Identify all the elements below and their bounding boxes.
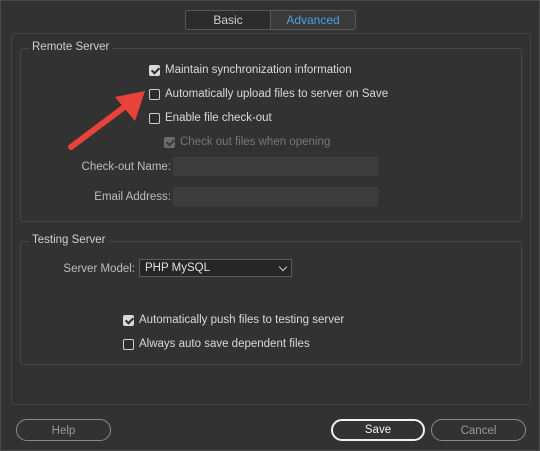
enable-checkout-label: Enable file check-out: [165, 112, 272, 124]
auto-upload-checkbox[interactable]: [149, 88, 160, 100]
auto-save-dependent-label: Always auto save dependent files: [139, 338, 310, 350]
server-model-select[interactable]: PHP MySQL: [139, 259, 292, 277]
email-address-label: Email Address:: [94, 191, 171, 203]
remote-server-group: Remote Server Maintain synchronization i…: [20, 41, 522, 222]
checkout-on-open-option: Check out files when opening: [164, 134, 330, 150]
auto-upload-label: Automatically upload files to server on …: [165, 88, 389, 100]
maintain-sync-checkbox[interactable]: [149, 64, 160, 76]
tab-bar: Basic Advanced: [185, 10, 356, 30]
email-address-field: [173, 187, 378, 206]
save-button[interactable]: Save: [331, 419, 425, 441]
server-model-label: Server Model:: [63, 263, 135, 275]
maintain-sync-option[interactable]: Maintain synchronization information: [149, 62, 352, 78]
tab-advanced[interactable]: Advanced: [270, 11, 355, 29]
auto-upload-option[interactable]: Automatically upload files to server on …: [149, 86, 388, 102]
testing-server-title: Testing Server: [29, 234, 109, 246]
testing-server-group: Testing Server Server Model: PHP MySQL A…: [20, 234, 522, 365]
checkout-name-field: [173, 157, 378, 176]
site-setup-dialog: Basic Advanced Remote Server Maintain sy…: [0, 0, 540, 451]
enable-checkout-checkbox[interactable]: [149, 112, 160, 124]
remote-server-title: Remote Server: [29, 41, 113, 53]
help-button[interactable]: Help: [16, 419, 111, 441]
tab-basic[interactable]: Basic: [186, 11, 270, 29]
auto-push-label: Automatically push files to testing serv…: [139, 314, 345, 326]
checkout-name-label: Check-out Name:: [81, 161, 171, 173]
enable-checkout-option[interactable]: Enable file check-out: [149, 110, 272, 126]
maintain-sync-label: Maintain synchronization information: [165, 64, 352, 76]
auto-save-dependent-option[interactable]: Always auto save dependent files: [123, 336, 310, 352]
auto-save-dependent-checkbox[interactable]: [123, 338, 134, 350]
server-model-value: PHP MySQL: [145, 262, 210, 274]
auto-push-option[interactable]: Automatically push files to testing serv…: [123, 312, 344, 328]
checkout-on-open-checkbox: [164, 136, 175, 148]
auto-push-checkbox[interactable]: [123, 314, 134, 326]
checkout-on-open-label: Check out files when opening: [180, 136, 331, 148]
advanced-panel: Remote Server Maintain synchronization i…: [11, 33, 531, 405]
cancel-button[interactable]: Cancel: [431, 419, 526, 441]
chevron-down-icon: [278, 262, 288, 271]
